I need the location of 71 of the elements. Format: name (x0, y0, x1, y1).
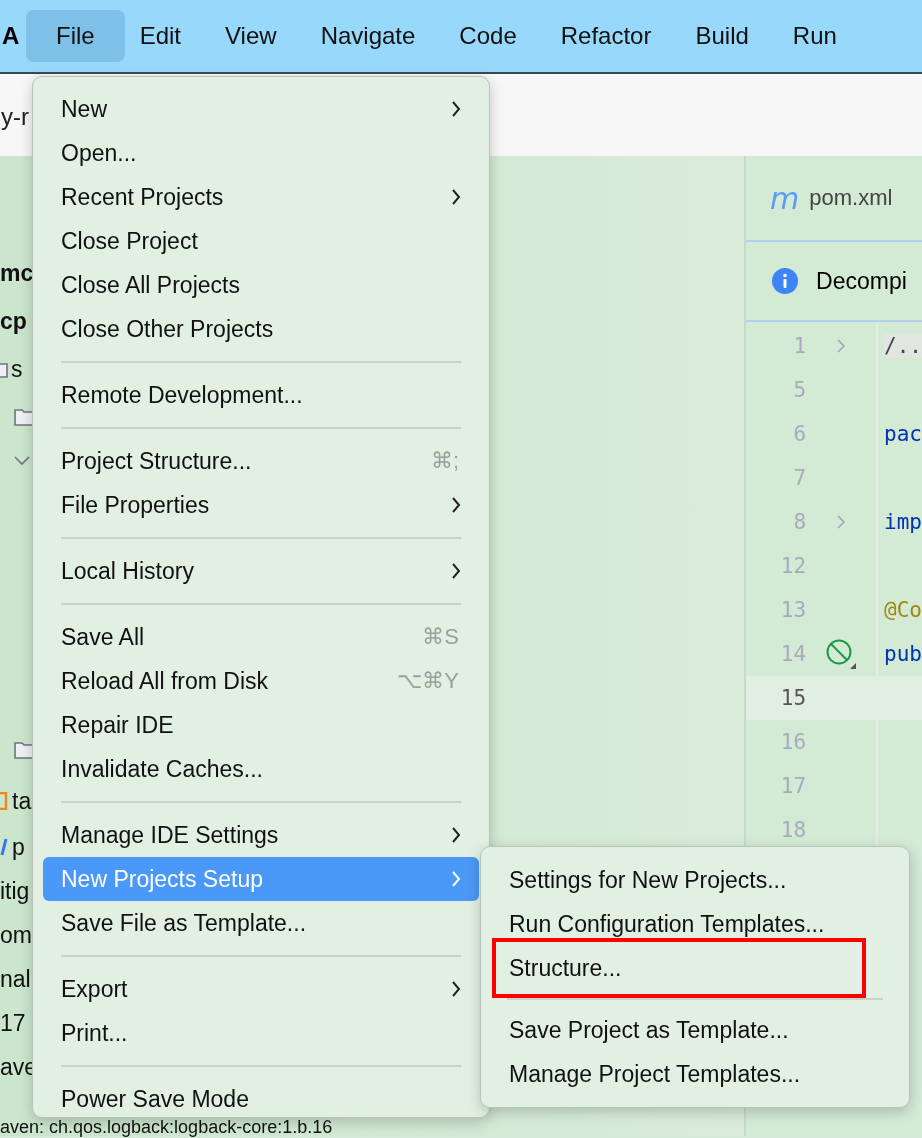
line-number: 12 (779, 554, 807, 578)
menu-item[interactable]: Reload All from Disk ⌥⌘Y (43, 659, 479, 703)
menu-item[interactable]: New (43, 87, 479, 131)
line-number: 15 (779, 686, 807, 710)
menu-item[interactable]: Open... (43, 131, 479, 175)
tree-item[interactable]: itig (0, 877, 30, 905)
line-number: 6 (792, 422, 807, 446)
code-text: @Co (884, 598, 922, 622)
tree-item[interactable]: cp (0, 307, 27, 335)
menu-item[interactable]: Repair IDE (43, 703, 479, 747)
editor-tab[interactable]: m pom.xml (770, 180, 893, 216)
code-text: /.. (884, 334, 922, 358)
menu-item[interactable]: Remote Development... (43, 373, 479, 417)
menu-item[interactable]: File Properties (43, 483, 479, 527)
tree-item[interactable]: ta (12, 787, 32, 815)
app-name: A (2, 22, 21, 50)
menu-bar-item[interactable]: Edit (124, 10, 197, 62)
maven-icon: m (770, 180, 800, 216)
menu-bar-item[interactable]: Code (444, 10, 532, 62)
menu-bar-item[interactable]: Run (777, 10, 852, 62)
chevron-down-icon[interactable] (14, 456, 30, 466)
menu-item[interactable]: Print... (43, 1011, 479, 1055)
menu-item[interactable]: Close All Projects (43, 263, 479, 307)
line-number: 7 (792, 466, 807, 490)
menu-item[interactable]: Manage Project Templates... (489, 1052, 901, 1096)
code-text: pac (884, 422, 922, 446)
menu-item[interactable]: Project Structure... ⌘; (43, 439, 479, 483)
tree-item[interactable]: om (0, 921, 32, 949)
code-text: pub (884, 642, 922, 666)
menu-bar-item[interactable]: Build (680, 10, 764, 62)
code-text: imp (884, 510, 922, 534)
shortcut-text: ⌥⌘Y (397, 668, 459, 694)
info-icon (772, 268, 799, 294)
banner-text: Decompi (816, 267, 907, 295)
fold-icon[interactable] (836, 514, 847, 530)
menu-item[interactable]: Invalidate Caches... (43, 747, 479, 791)
menu-item[interactable]: Save All ⌘S (43, 615, 479, 659)
project-name[interactable]: y-r (1, 103, 29, 131)
menu-item[interactable]: Manage IDE Settings (43, 813, 479, 857)
tree-item[interactable]: aven: ch.qos.logback:logback-core:1.b.16 (0, 1119, 333, 1135)
line-number: 8 (792, 510, 807, 534)
menu-item[interactable]: Save Project as Template... (489, 1008, 901, 1052)
menu-bar-item[interactable]: View (210, 10, 292, 62)
line-number: 16 (779, 730, 807, 754)
tree-item[interactable]: s (11, 355, 23, 383)
menu-item[interactable]: Recent Projects (43, 175, 479, 219)
tree-item[interactable]: p (12, 833, 25, 861)
menu-item[interactable]: Settings for New Projects... (489, 858, 901, 902)
line-number: 5 (792, 378, 807, 402)
fold-icon[interactable] (836, 338, 847, 354)
menu-bar-item[interactable]: Navigate (305, 10, 431, 62)
tree-item[interactable]: mc (0, 259, 34, 287)
menu-item[interactable]: Close Project (43, 219, 479, 263)
line-number: 18 (779, 818, 807, 842)
tree-item[interactable]: 17 (0, 1009, 26, 1037)
tree-item[interactable]: nal (0, 965, 31, 993)
shortcut-text: ⌘S (422, 624, 459, 650)
line-number: 1 (792, 334, 807, 358)
tab-label: pom.xml (809, 185, 893, 211)
menu-item[interactable]: Save File as Template... (43, 901, 479, 945)
menu-item[interactable]: Export (43, 967, 479, 1011)
line-number: 14 (779, 642, 807, 666)
menu-bar-item[interactable]: File (26, 10, 125, 62)
line-number: 17 (779, 774, 807, 798)
shortcut-text: ⌘; (430, 448, 459, 474)
menu-item[interactable]: Local History (43, 549, 479, 593)
menu-bar-item[interactable]: Refactor (545, 10, 667, 62)
line-number: 13 (779, 598, 807, 622)
menu-item[interactable]: Structure... (492, 938, 866, 998)
menu-item[interactable]: Power Save Mode (43, 1077, 479, 1121)
menu-item[interactable]: Close Other Projects (43, 307, 479, 351)
